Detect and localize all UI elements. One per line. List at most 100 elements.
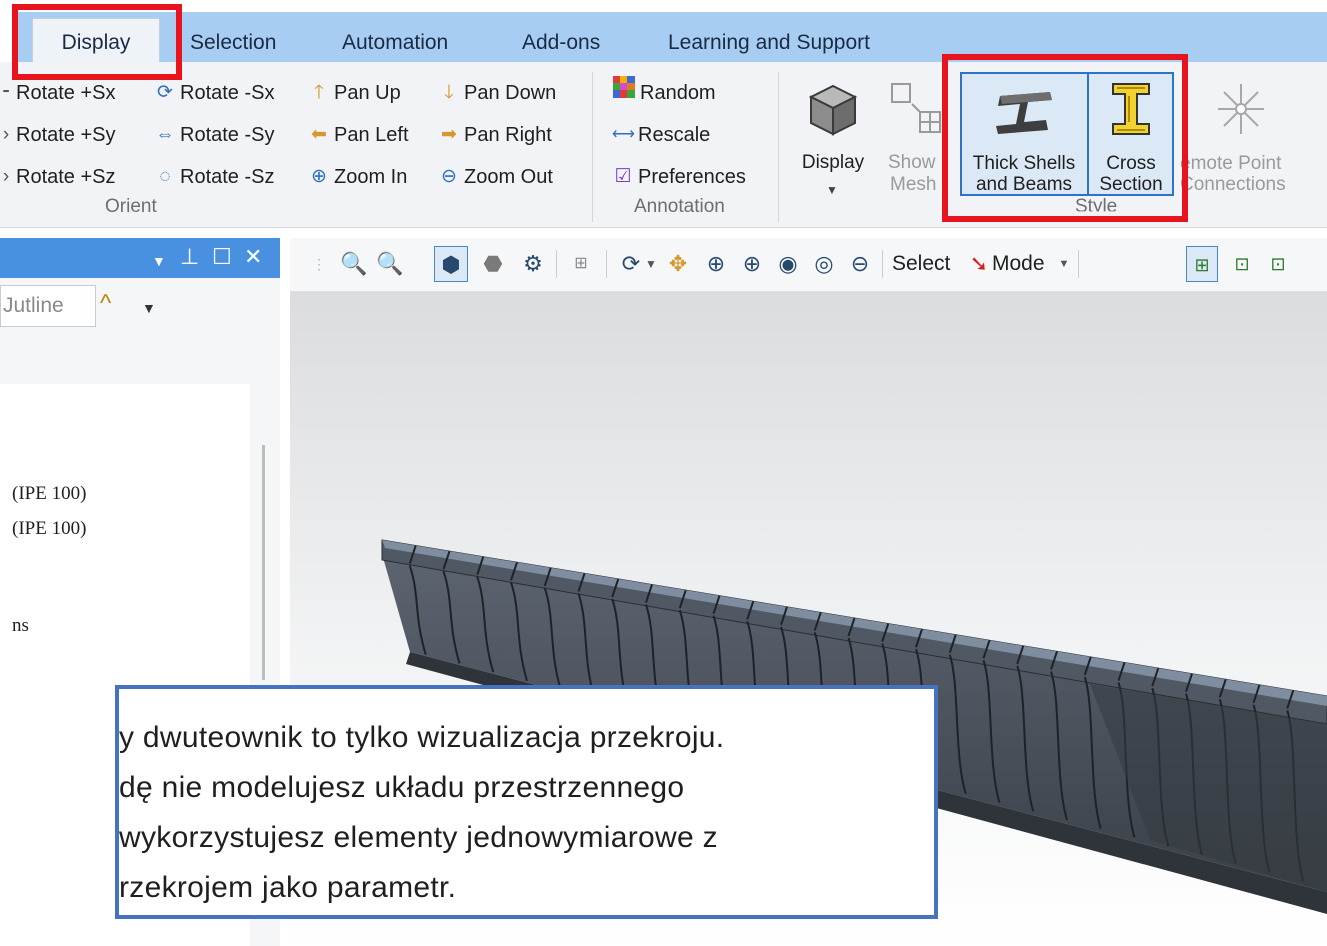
- group-divider: [778, 72, 779, 222]
- pan-right-button[interactable]: ➡ Pan Right: [438, 118, 552, 152]
- preferences-label: Preferences: [638, 166, 746, 188]
- tab-automation[interactable]: Automation: [342, 28, 448, 62]
- rotate-plus-sx-button[interactable]: ⁃ Rotate +Sx: [0, 76, 116, 110]
- select-geometry-icon[interactable]: ⊞: [1186, 246, 1218, 282]
- zoom-out-icon: ⊖: [441, 166, 457, 187]
- annotation-group-label: Annotation: [634, 196, 725, 217]
- box-zoom-icon[interactable]: ⊕: [738, 246, 766, 282]
- chevron-down-icon[interactable]: ▼: [644, 246, 658, 282]
- zoom-in-label: Zoom In: [334, 166, 408, 188]
- pan-left-button[interactable]: ⬅ Pan Left: [308, 118, 409, 152]
- rotate-plus-sx-label: Rotate +Sx: [16, 82, 116, 104]
- tab-outline[interactable]: Jutline: [0, 285, 96, 327]
- group-divider: [592, 72, 593, 222]
- callout-line: wykorzystujesz elementy jednowymiarowe z: [119, 821, 718, 854]
- rotate-plus-sz-label: Rotate +Sz: [16, 166, 116, 188]
- toolbar-grip-icon[interactable]: ⋮: [312, 246, 326, 282]
- rotate-sy-icon: ⇔: [155, 124, 175, 145]
- close-icon[interactable]: ✕: [244, 242, 262, 272]
- display-dropdown-button[interactable]: Display ▼: [790, 70, 876, 197]
- preferences-button[interactable]: ☑ Preferences: [612, 160, 746, 194]
- pan-left-label: Pan Left: [334, 124, 409, 146]
- tab-learning-and-support[interactable]: Learning and Support: [668, 28, 870, 62]
- remote-point-connections-button[interactable]: emote Point Connections: [1180, 70, 1327, 195]
- arrow-up-icon: 🡑: [314, 82, 324, 103]
- zoom-next-icon[interactable]: 🔍: [376, 246, 404, 282]
- rescale-icon: ⟷: [612, 126, 635, 143]
- shaded-edges-icon[interactable]: ⬣: [478, 246, 508, 282]
- show-mesh-toolbar-icon[interactable]: ⊞: [566, 246, 596, 282]
- chevron-down-icon[interactable]: ▼: [142, 300, 156, 316]
- zoom-in-button[interactable]: ⊕ Zoom In: [308, 160, 407, 194]
- checkbox-check-icon: ☑: [614, 166, 632, 187]
- highlight-style-buttons: [942, 54, 1188, 222]
- tree-item[interactable]: (IPE 100): [12, 518, 86, 540]
- collapse-up-icon[interactable]: ^: [100, 290, 111, 318]
- rotate-minus-sx-label: Rotate -Sx: [180, 82, 275, 104]
- pan-up-label: Pan Up: [334, 82, 401, 104]
- panel-menu-dropdown-icon[interactable]: ▼: [152, 246, 166, 276]
- mesh-icon: [890, 82, 944, 141]
- remote-point-icon: [1216, 82, 1266, 141]
- rotate-minus-sz-label: Rotate -Sz: [180, 166, 275, 188]
- pan-icon[interactable]: ✥: [664, 246, 692, 282]
- mode-dropdown[interactable]: Mode: [992, 246, 1045, 282]
- callout-line: dę nie modelujesz układu przestrzennego: [119, 771, 685, 804]
- zoom-icon[interactable]: ⊕: [702, 246, 730, 282]
- rotate-sz-icon: ◌: [159, 166, 171, 187]
- tab-selection[interactable]: Selection: [190, 28, 276, 62]
- rotate-icon: ⁃: [1, 82, 11, 103]
- magnifier-icon[interactable]: ◎: [810, 246, 838, 282]
- rotate-minus-sy-button[interactable]: ⇔ Rotate -Sy: [154, 118, 275, 152]
- remote-point-label-1: emote Point: [1180, 153, 1282, 174]
- tab-add-ons[interactable]: Add-ons: [522, 28, 600, 62]
- random-label: Random: [640, 82, 716, 104]
- tree-item[interactable]: (IPE 100): [12, 483, 86, 505]
- rotate-icon[interactable]: ⟳: [618, 246, 644, 282]
- chevron-down-icon[interactable]: ▼: [1058, 246, 1070, 282]
- select-mesh-icon[interactable]: ⊡: [1228, 246, 1256, 282]
- select-mode-cursor-icon[interactable]: ➘: [966, 246, 992, 282]
- zoom-out-button[interactable]: ⊖ Zoom Out: [438, 160, 553, 194]
- tree-item[interactable]: ns: [12, 615, 29, 637]
- rotate-plus-sy-button[interactable]: › Rotate +Sy: [0, 118, 116, 152]
- zoom-to-fit-icon[interactable]: ◉: [774, 246, 802, 282]
- outline-panel-header: ▼ ⊥ ☐ ✕: [0, 238, 280, 278]
- previous-view-icon[interactable]: ⊖: [846, 246, 874, 282]
- arrow-right-icon: ➡: [441, 124, 457, 145]
- select-elements-icon[interactable]: ⊡: [1264, 246, 1292, 282]
- random-colors-icon: [612, 76, 636, 110]
- show-mesh-button[interactable]: Show Mesh: [884, 70, 950, 195]
- callout-line: y dwuteownik to tylko wizualizacja przek…: [119, 721, 725, 754]
- callout-line: rzekrojem jako parametr.: [119, 871, 457, 904]
- orient-group-label: Orient: [105, 196, 157, 217]
- cube-icon: [808, 84, 858, 141]
- rotate-minus-sz-button[interactable]: ◌ Rotate -Sz: [154, 160, 274, 194]
- zoom-previous-icon[interactable]: 🔍: [340, 246, 368, 282]
- rescale-button[interactable]: ⟷ Rescale: [612, 118, 710, 152]
- arrow-down-icon: 🡓: [444, 82, 454, 103]
- arrow-left-icon: ⬅: [311, 124, 327, 145]
- rotate-minus-sx-button[interactable]: ⟳ Rotate -Sx: [154, 76, 274, 110]
- remote-point-label-2: Connections: [1180, 174, 1286, 195]
- pin-icon[interactable]: ⊥: [180, 242, 199, 272]
- zoom-in-icon: ⊕: [311, 166, 327, 187]
- select-label: Select: [892, 252, 951, 275]
- wireframe-icon[interactable]: ⚙: [518, 246, 548, 282]
- tree-scrollbar[interactable]: [262, 445, 265, 680]
- shaded-view-icon[interactable]: ⬢: [434, 246, 468, 282]
- rotate-icon: ›: [2, 124, 10, 145]
- rotate-sx-icon: ⟳: [157, 82, 173, 103]
- toolbar-separator: [882, 250, 883, 278]
- rotate-plus-sz-button[interactable]: › Rotate +Sz: [0, 160, 116, 194]
- maximize-icon[interactable]: ☐: [212, 242, 232, 272]
- pan-up-button[interactable]: 🡑 Pan Up: [308, 76, 401, 110]
- rotate-minus-sy-label: Rotate -Sy: [180, 124, 275, 146]
- display-dropdown-label: Display: [801, 152, 865, 173]
- rotate-icon: ›: [2, 166, 10, 187]
- annotation-callout: y dwuteownik to tylko wizualizacja przek…: [115, 685, 938, 919]
- random-button[interactable]: Random: [612, 76, 716, 110]
- highlight-display-tab: [12, 4, 182, 80]
- pan-down-label: Pan Down: [464, 82, 557, 104]
- pan-down-button[interactable]: 🡓 Pan Down: [438, 76, 556, 110]
